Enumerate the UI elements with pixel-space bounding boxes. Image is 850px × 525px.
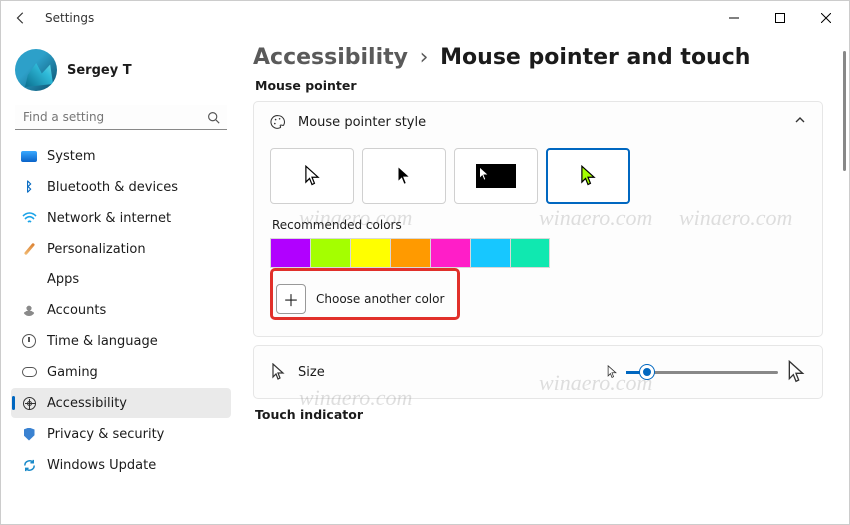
palette-icon	[270, 114, 286, 130]
cursor-icon	[270, 364, 286, 380]
window-title: Settings	[45, 11, 94, 25]
nav-item-privacy[interactable]: Privacy & security	[11, 419, 231, 449]
nav-label: Network & internet	[47, 211, 171, 226]
cursor-small-icon	[606, 365, 618, 379]
size-slider-area	[606, 360, 806, 384]
search-input[interactable]	[21, 109, 205, 125]
slider-thumb[interactable]	[640, 365, 654, 379]
breadcrumb: Accessibility › Mouse pointer and touch	[253, 45, 823, 70]
color-swatches	[270, 238, 806, 268]
style-custom[interactable]	[546, 148, 630, 204]
search-icon	[205, 109, 221, 125]
avatar	[15, 49, 57, 91]
swatch-5[interactable]	[470, 238, 510, 268]
maximize-button[interactable]	[757, 2, 803, 34]
accessibility-icon	[21, 395, 37, 411]
nav-label: Accessibility	[47, 396, 127, 411]
nav-label: Apps	[47, 272, 79, 287]
shield-icon	[21, 426, 37, 442]
nav-item-time[interactable]: Time & language	[11, 326, 231, 356]
chevron-up-icon	[794, 114, 806, 130]
nav-item-accessibility[interactable]: Accessibility	[11, 388, 231, 418]
chevron-right-icon: ›	[420, 45, 429, 70]
swatch-3[interactable]	[390, 238, 430, 268]
cursor-large-icon	[786, 360, 806, 384]
choose-another-color[interactable]: ＋ Choose another color	[273, 281, 447, 317]
nav-item-accounts[interactable]: Accounts	[11, 295, 231, 325]
section-mouse-pointer: Mouse pointer	[255, 78, 823, 93]
update-icon	[21, 457, 37, 473]
swatch-4[interactable]	[430, 238, 470, 268]
size-slider[interactable]	[626, 371, 778, 374]
person-icon	[21, 302, 37, 318]
nav-label: Time & language	[47, 334, 158, 349]
user-name: Sergey T	[67, 63, 132, 78]
user-profile[interactable]: Sergey T	[11, 43, 231, 103]
nav-item-gaming[interactable]: Gaming	[11, 357, 231, 387]
main-content: Accessibility › Mouse pointer and touch …	[239, 35, 849, 524]
swatch-2[interactable]	[350, 238, 390, 268]
sidebar: Sergey T System ᛒ Bluetooth & devices Net…	[1, 35, 239, 524]
card-pointer-style: Mouse pointer style Recommended colors	[253, 101, 823, 337]
pointer-style-options	[270, 148, 806, 204]
nav-label: Gaming	[47, 365, 98, 380]
callout-highlight: ＋ Choose another color	[270, 268, 460, 320]
nav-item-system[interactable]: System	[11, 142, 231, 171]
card-size[interactable]: Size	[253, 345, 823, 399]
choose-another-label: Choose another color	[316, 292, 444, 306]
back-button[interactable]	[9, 6, 33, 30]
apps-icon	[21, 273, 37, 287]
nav-label: System	[47, 149, 95, 164]
swatch-0[interactable]	[270, 238, 310, 268]
card-title: Mouse pointer style	[298, 115, 426, 130]
clock-icon	[21, 333, 37, 349]
nav-label: Accounts	[47, 303, 106, 318]
paintbrush-icon	[21, 241, 37, 257]
wifi-icon	[21, 210, 37, 226]
scrollbar[interactable]	[843, 51, 846, 171]
recommended-colors-label: Recommended colors	[272, 218, 806, 232]
nav-label: Bluetooth & devices	[47, 180, 178, 195]
nav-item-apps[interactable]: Apps	[11, 265, 231, 294]
style-black[interactable]	[362, 148, 446, 204]
style-white[interactable]	[270, 148, 354, 204]
swatch-1[interactable]	[310, 238, 350, 268]
nav-item-network[interactable]: Network & internet	[11, 203, 231, 233]
size-label: Size	[298, 365, 325, 380]
close-button[interactable]	[803, 2, 849, 34]
gamepad-icon	[21, 364, 37, 380]
section-touch: Touch indicator	[255, 407, 823, 422]
titlebar: Settings	[1, 1, 849, 35]
system-icon	[21, 151, 37, 162]
minimize-button[interactable]	[711, 2, 757, 34]
nav-label: Personalization	[47, 242, 146, 257]
nav-label: Windows Update	[47, 458, 156, 473]
nav-label: Privacy & security	[47, 427, 164, 442]
search-box[interactable]	[15, 105, 227, 130]
nav-item-personalization[interactable]: Personalization	[11, 234, 231, 264]
nav-item-update[interactable]: Windows Update	[11, 450, 231, 480]
swatch-6[interactable]	[510, 238, 550, 268]
nav-list: System ᛒ Bluetooth & devices Network & in…	[11, 142, 231, 480]
nav-item-bluetooth[interactable]: ᛒ Bluetooth & devices	[11, 172, 231, 202]
card-header[interactable]: Mouse pointer style	[254, 102, 822, 142]
bluetooth-icon: ᛒ	[21, 179, 37, 195]
page-title: Mouse pointer and touch	[440, 45, 750, 70]
breadcrumb-parent[interactable]: Accessibility	[253, 45, 408, 70]
style-inverted[interactable]	[454, 148, 538, 204]
plus-icon: ＋	[276, 284, 306, 314]
